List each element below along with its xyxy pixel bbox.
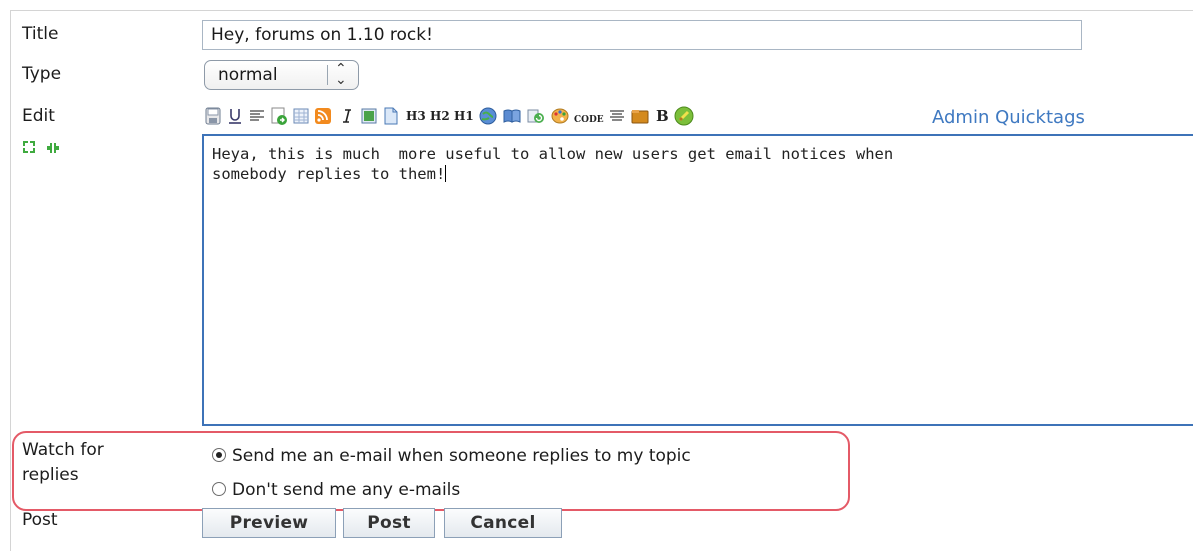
expand-editor-icon[interactable]: [22, 141, 98, 181]
post-body-textarea[interactable]: Heya, this is much more useful to allow …: [202, 134, 1193, 426]
bold-button[interactable]: B: [656, 106, 669, 126]
watch-label: Watch for replies: [22, 438, 104, 488]
type-select[interactable]: normal ⌃ ⌄: [204, 60, 359, 90]
post-button[interactable]: Post: [343, 508, 435, 538]
table-icon[interactable]: [292, 106, 310, 126]
refresh-icon[interactable]: [526, 106, 546, 126]
save-icon[interactable]: [204, 106, 222, 126]
book-icon[interactable]: [502, 106, 522, 126]
h1-button[interactable]: H1: [454, 106, 474, 126]
edit-label: Edit: [22, 106, 55, 126]
watch-label-line1: Watch for: [22, 440, 104, 460]
folder-icon[interactable]: [630, 106, 650, 126]
h2-button[interactable]: H2: [430, 106, 450, 126]
radio-send[interactable]: [212, 448, 226, 462]
title-label: Title: [22, 24, 59, 44]
radio-none[interactable]: [212, 482, 226, 496]
chevron-updown-icon: ⌃ ⌄: [335, 61, 347, 88]
admin-quicktags-icon[interactable]: [674, 106, 696, 126]
document-icon[interactable]: [382, 106, 400, 126]
underline-icon[interactable]: [226, 106, 244, 126]
select-separator: [327, 65, 328, 85]
palette-icon[interactable]: [550, 106, 570, 126]
cancel-button[interactable]: Cancel: [444, 508, 562, 538]
watch-label-line2: replies: [22, 465, 79, 485]
h3-button[interactable]: H3: [406, 106, 426, 126]
image-icon[interactable]: [360, 106, 378, 126]
admin-quicktags-link[interactable]: Admin Quicktags: [932, 107, 1085, 128]
code-button[interactable]: CODE: [574, 110, 604, 130]
type-label: Type: [22, 64, 62, 84]
post-body-text: Heya, this is much more useful to allow …: [212, 145, 894, 183]
watch-option-send-label: Send me an e-mail when someone replies t…: [232, 446, 691, 466]
italic-icon[interactable]: [338, 106, 356, 126]
watch-option-none-label: Don't send me any e-mails: [232, 480, 461, 500]
preview-button[interactable]: Preview: [202, 508, 336, 538]
globe-icon[interactable]: [478, 106, 498, 126]
title-input[interactable]: [202, 20, 1082, 50]
align-left-icon[interactable]: [248, 106, 266, 126]
rss-icon[interactable]: [314, 106, 332, 126]
page-go-icon[interactable]: [270, 106, 288, 126]
text-caret: [445, 165, 447, 182]
type-select-value: normal: [218, 65, 278, 85]
post-label: Post: [22, 510, 58, 530]
align-center-icon[interactable]: [608, 106, 626, 126]
